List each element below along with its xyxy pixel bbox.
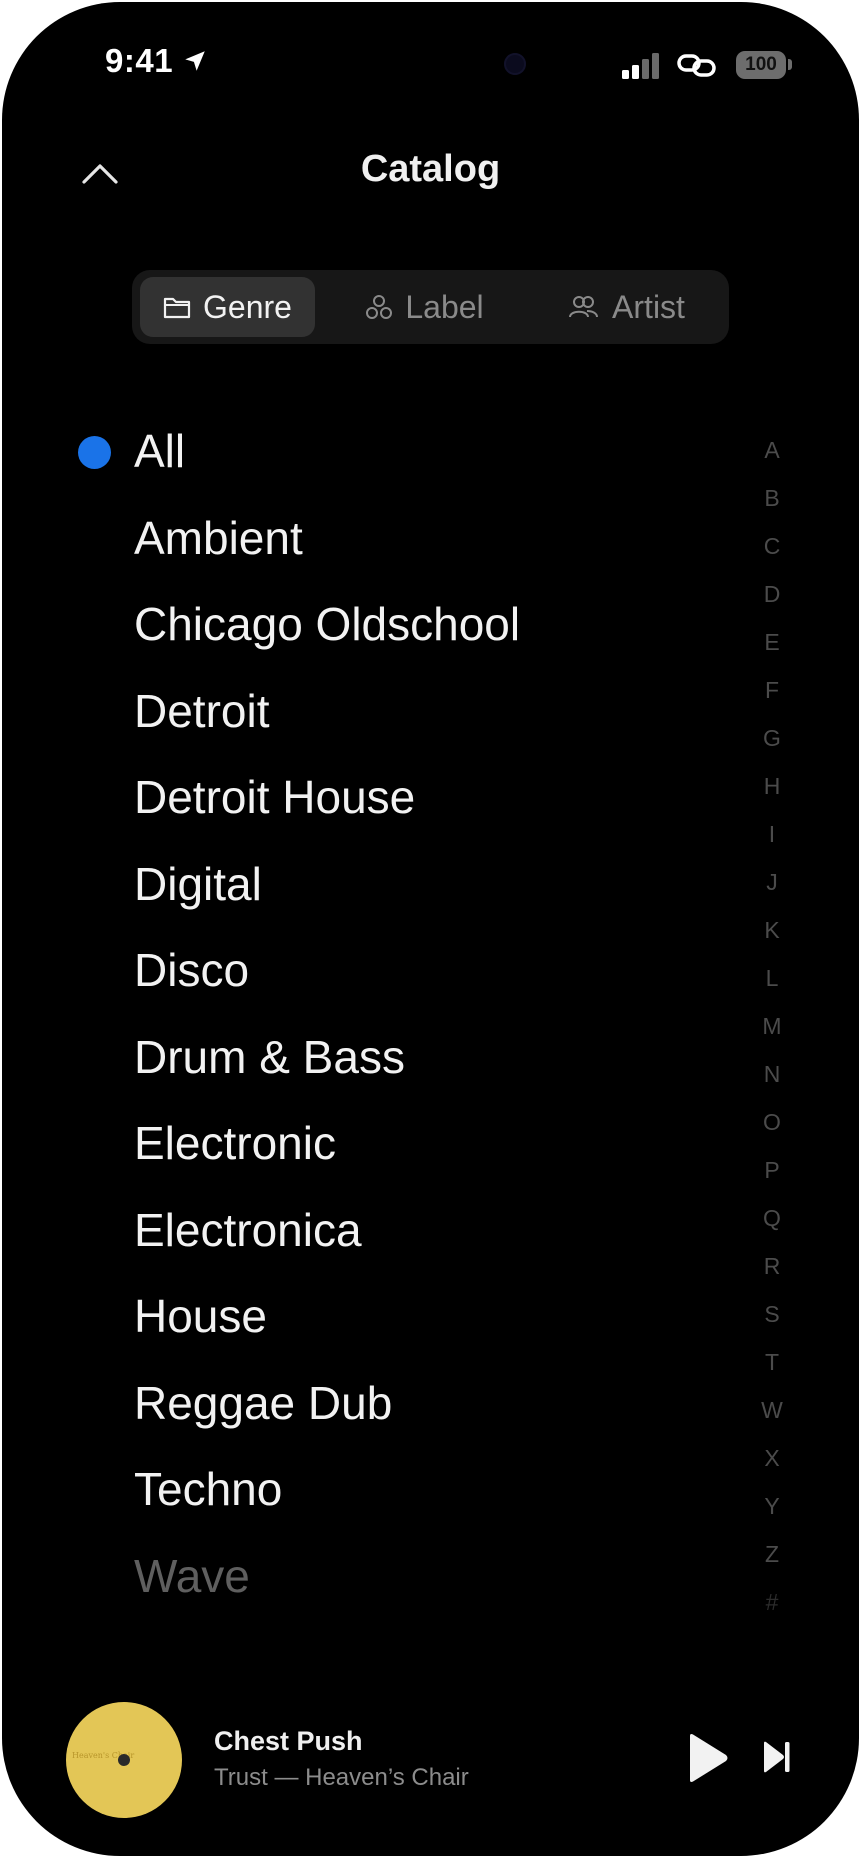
genre-item-wave[interactable]: Wave bbox=[2, 1533, 742, 1620]
folder-icon bbox=[163, 297, 191, 319]
index-letter[interactable]: # bbox=[754, 1578, 790, 1626]
genre-label: Chicago Oldschool bbox=[134, 598, 521, 650]
genre-label: All bbox=[134, 425, 186, 477]
album-art[interactable]: Heaven's Chair bbox=[66, 1702, 182, 1818]
tab-label-label: Label bbox=[405, 288, 484, 325]
location-arrow-icon bbox=[185, 51, 205, 71]
index-letter[interactable]: F bbox=[754, 666, 790, 714]
index-letter[interactable]: T bbox=[754, 1338, 790, 1386]
artists-icon bbox=[569, 296, 599, 318]
index-letter[interactable]: D bbox=[754, 570, 790, 618]
phone-screen: 9:41 100 Catalog Genre Label Artist All … bbox=[2, 2, 859, 1856]
catalog-segmented-control: Genre Label Artist bbox=[132, 270, 729, 344]
index-letter[interactable]: G bbox=[754, 714, 790, 762]
genre-item-techno[interactable]: Techno bbox=[2, 1446, 742, 1533]
genre-item-reggae-dub[interactable]: Reggae Dub bbox=[2, 1360, 742, 1447]
genre-label: Disco bbox=[134, 944, 250, 996]
tab-label[interactable]: Label bbox=[337, 277, 512, 337]
link-icon bbox=[677, 54, 716, 77]
genre-item-electronica[interactable]: Electronica bbox=[2, 1187, 742, 1274]
tab-artist[interactable]: Artist bbox=[534, 277, 719, 337]
status-time: 9:41 bbox=[105, 42, 174, 79]
battery-nub bbox=[788, 59, 792, 70]
genre-item-disco[interactable]: Disco bbox=[2, 927, 742, 1014]
genre-label: Detroit House bbox=[134, 771, 416, 823]
genre-item-house[interactable]: House bbox=[2, 1273, 742, 1360]
genre-label: Reggae Dub bbox=[134, 1376, 393, 1429]
record-spindle bbox=[118, 1754, 130, 1766]
tab-artist-label: Artist bbox=[612, 288, 685, 325]
genre-item-electronic[interactable]: Electronic bbox=[2, 1100, 742, 1187]
alphabet-index[interactable]: A B C D E F G H I J K L M N O P Q R S T … bbox=[754, 426, 790, 1626]
mini-player: Heaven's Chair Chest Push Trust — Heaven… bbox=[2, 1692, 859, 1832]
tab-genre-label: Genre bbox=[203, 288, 292, 325]
genre-label: Techno bbox=[134, 1463, 283, 1515]
index-letter[interactable]: W bbox=[754, 1386, 790, 1434]
track-title: Chest Push bbox=[214, 1726, 363, 1756]
genre-item-chicago-oldschool[interactable]: Chicago Oldschool bbox=[2, 581, 742, 668]
genre-item-digital[interactable]: Digital bbox=[2, 841, 742, 928]
genre-label: Drum & Bass bbox=[134, 1030, 405, 1083]
camera-dot bbox=[504, 53, 526, 75]
index-letter[interactable]: Q bbox=[754, 1194, 790, 1242]
index-letter[interactable]: O bbox=[754, 1098, 790, 1146]
page-title: Catalog bbox=[360, 148, 501, 190]
battery-icon: 100 bbox=[736, 51, 786, 79]
status-bar: 9:41 100 bbox=[2, 2, 859, 122]
index-letter[interactable]: X bbox=[754, 1434, 790, 1482]
genre-label: Detroit bbox=[134, 684, 270, 737]
index-letter[interactable]: A bbox=[754, 426, 790, 474]
genre-item-detroit[interactable]: Detroit bbox=[2, 668, 742, 755]
index-letter[interactable]: M bbox=[754, 1002, 790, 1050]
genre-label: Wave bbox=[134, 1549, 250, 1602]
genre-label: House bbox=[134, 1290, 267, 1342]
play-icon[interactable] bbox=[684, 1732, 730, 1784]
index-letter[interactable]: I bbox=[754, 810, 790, 858]
index-letter[interactable]: J bbox=[754, 858, 790, 906]
label-icon bbox=[366, 295, 393, 319]
genre-label: Electronic bbox=[134, 1117, 336, 1169]
selected-indicator bbox=[78, 436, 111, 469]
chevron-up-icon[interactable] bbox=[78, 156, 122, 192]
tab-genre[interactable]: Genre bbox=[140, 277, 315, 337]
genre-label: Digital bbox=[134, 857, 262, 910]
index-letter[interactable]: Z bbox=[754, 1530, 790, 1578]
index-letter[interactable]: K bbox=[754, 906, 790, 954]
index-letter[interactable]: Y bbox=[754, 1482, 790, 1530]
genre-list: All Ambient Chicago Oldschool Detroit De… bbox=[2, 408, 742, 1619]
genre-item-all[interactable]: All bbox=[2, 408, 742, 495]
track-subtitle: Trust — Heaven’s Chair bbox=[214, 1764, 469, 1791]
index-letter[interactable]: E bbox=[754, 618, 790, 666]
cellular-signal-icon bbox=[622, 53, 659, 79]
index-letter[interactable]: C bbox=[754, 522, 790, 570]
index-letter[interactable]: S bbox=[754, 1290, 790, 1338]
index-letter[interactable]: B bbox=[754, 474, 790, 522]
index-letter[interactable]: L bbox=[754, 954, 790, 1002]
genre-label: Electronica bbox=[134, 1203, 362, 1256]
index-letter[interactable]: P bbox=[754, 1146, 790, 1194]
index-letter[interactable]: H bbox=[754, 762, 790, 810]
genre-item-ambient[interactable]: Ambient bbox=[2, 495, 742, 582]
skip-next-icon[interactable] bbox=[762, 1740, 792, 1774]
index-letter[interactable]: R bbox=[754, 1242, 790, 1290]
genre-item-drum-and-bass[interactable]: Drum & Bass bbox=[2, 1014, 742, 1101]
genre-item-detroit-house[interactable]: Detroit House bbox=[2, 754, 742, 841]
genre-label: Ambient bbox=[134, 511, 303, 564]
index-letter[interactable]: N bbox=[754, 1050, 790, 1098]
